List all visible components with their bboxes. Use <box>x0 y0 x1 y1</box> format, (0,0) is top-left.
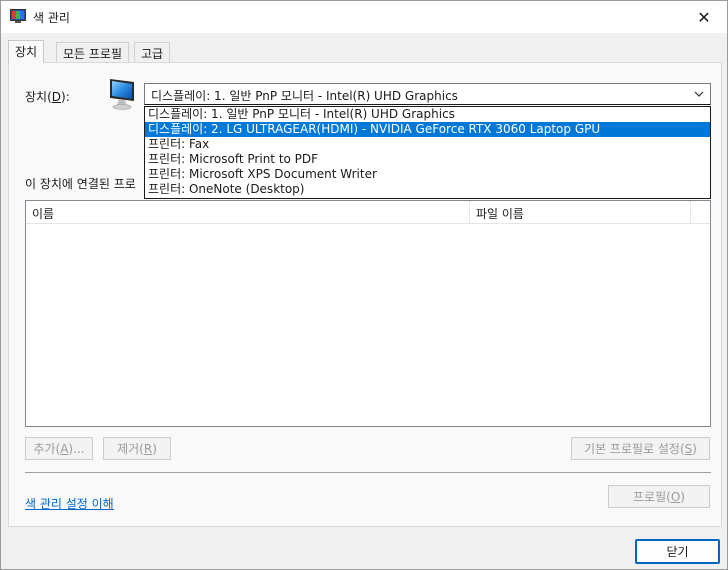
remove-button-suffix: ) <box>152 441 157 456</box>
column-header-filename[interactable]: 파일 이름 <box>470 201 691 223</box>
tab-advanced-label: 고급 <box>141 47 164 61</box>
set-default-profile-button[interactable]: 기본 프로필로 설정(S) <box>571 437 710 460</box>
understand-color-settings-link[interactable]: 색 관리 설정 이해 <box>25 495 114 512</box>
close-icon: ✕ <box>697 7 711 27</box>
device-option[interactable]: 프린터: Fax <box>145 137 710 152</box>
column-header-name[interactable]: 이름 <box>26 201 470 223</box>
device-label-prefix: 장치( <box>25 90 52 104</box>
device-dropdown-list[interactable]: 디스플레이: 1. 일반 PnP 모니터 - Intel(R) UHD Grap… <box>144 106 711 199</box>
device-option[interactable]: 프린터: Microsoft Print to PDF <box>145 152 710 167</box>
remove-profile-button[interactable]: 제거(R) <box>103 437 171 460</box>
device-select[interactable]: 디스플레이: 1. 일반 PnP 모니터 - Intel(R) UHD Grap… <box>144 83 711 105</box>
add-profile-button[interactable]: 추가(A)... <box>25 437 93 460</box>
device-option[interactable]: 디스플레이: 1. 일반 PnP 모니터 - Intel(R) UHD Grap… <box>145 107 710 122</box>
profile-button-key: O <box>670 489 681 504</box>
device-select-value: 디스플레이: 1. 일반 PnP 모니터 - Intel(R) UHD Grap… <box>151 89 458 103</box>
device-tab-panel: 장치(D): 디스플레이: 1. 일반 PnP 모니터 - Intel(R) U… <box>8 62 722 527</box>
tab-all-profiles-label: 모든 프로필 <box>63 47 123 61</box>
device-label-suffix: ): <box>61 90 70 104</box>
device-option[interactable]: 디스플레이: 2. LG ULTRAGEAR(HDMI) - NVIDIA Ge… <box>145 122 710 137</box>
tab-all-profiles[interactable]: 모든 프로필 <box>56 42 130 62</box>
set-default-button-suffix: ) <box>692 441 697 456</box>
profile-list[interactable]: 이름 파일 이름 <box>25 200 711 427</box>
color-management-window: 색 관리 ✕ 장치 모든 프로필 고급 장치(D): 디스플레이: 1. 일반 … <box>0 0 728 570</box>
chevron-down-icon <box>694 91 704 97</box>
profile-button-prefix: 프로필( <box>633 490 671 504</box>
add-button-prefix: 추가( <box>33 442 61 456</box>
profiles-section-label: 이 장치에 연결된 프로 <box>25 177 136 191</box>
tab-advanced[interactable]: 고급 <box>134 42 171 62</box>
device-label-key: D <box>51 90 62 104</box>
tab-device[interactable]: 장치 <box>8 40 45 63</box>
column-header-filename-label: 파일 이름 <box>476 207 524 221</box>
title-bar: 색 관리 ✕ <box>1 1 727 33</box>
profile-list-header: 이름 파일 이름 <box>26 201 710 224</box>
separator <box>25 472 711 473</box>
device-label: 장치(D): <box>25 88 70 105</box>
add-button-key: A <box>60 441 69 456</box>
close-window-button[interactable]: ✕ <box>681 1 727 33</box>
profiles-button[interactable]: 프로필(O) <box>608 485 710 508</box>
add-button-suffix: )... <box>68 441 85 456</box>
color-management-icon <box>10 9 26 23</box>
column-header-name-label: 이름 <box>32 207 55 221</box>
device-option[interactable]: 프린터: OneNote (Desktop) <box>145 182 710 197</box>
set-default-button-prefix: 기본 프로필로 설정( <box>584 442 685 456</box>
window-title: 색 관리 <box>33 11 70 25</box>
device-option[interactable]: 프린터: Microsoft XPS Document Writer <box>145 167 710 182</box>
close-button[interactable]: 닫기 <box>635 539 720 564</box>
set-default-button-key: S <box>684 441 693 456</box>
monitor-icon <box>110 79 134 110</box>
tab-device-label: 장치 <box>15 45 38 59</box>
profile-button-suffix: ) <box>680 489 685 504</box>
remove-button-key: R <box>143 441 153 456</box>
remove-button-prefix: 제거( <box>117 442 144 456</box>
